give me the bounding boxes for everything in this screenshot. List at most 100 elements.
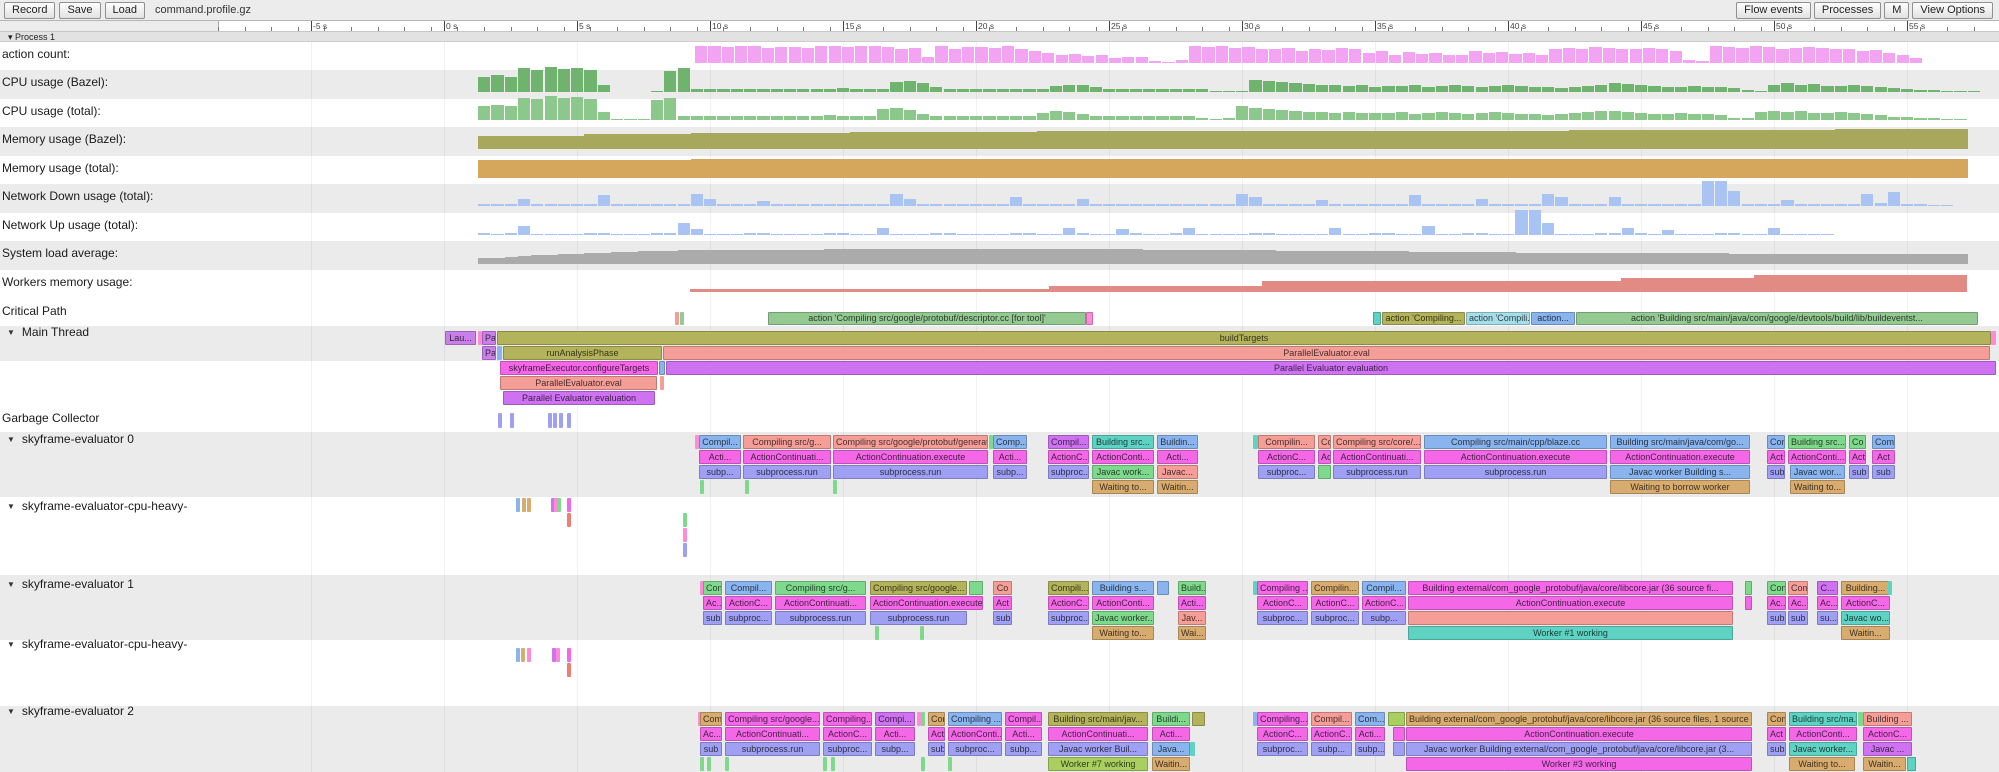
counter-bar-cpu-total[interactable] [717, 116, 729, 121]
skyframe-evaluator-0-event-block[interactable]: ActionContinuation.execute [1610, 450, 1750, 464]
skyframe-evaluator-1-event-block[interactable] [875, 626, 879, 640]
counter-bar-net-down[interactable] [717, 204, 729, 207]
counter-bar-sysload[interactable] [983, 249, 997, 264]
collapse-arrow-icon[interactable]: ▼ [7, 580, 15, 589]
counter-bar-net-down[interactable] [1555, 197, 1567, 206]
counter-bar-mem-bazel[interactable] [1476, 131, 1490, 149]
skyframe-evaluator-2-event-block[interactable] [921, 712, 925, 726]
counter-bar-mem-bazel[interactable] [717, 133, 731, 149]
main-thread-event-block[interactable]: Lau... [445, 331, 476, 345]
counter-bar-mem-bazel[interactable] [824, 133, 838, 149]
counter-bar-action-count[interactable] [1763, 47, 1775, 63]
counter-bar-net-down[interactable] [890, 194, 902, 207]
counter-bar-mem-total[interactable] [1130, 159, 1144, 178]
counter-bar-sysload[interactable] [1303, 251, 1317, 264]
counter-bar-net-up[interactable] [757, 233, 769, 235]
skyframe-evaluator-0-event-block[interactable]: subp... [699, 465, 741, 479]
counter-bar-mem-total[interactable] [1742, 159, 1756, 178]
counter-bar-mem-bazel[interactable] [1848, 129, 1862, 149]
counter-bar-net-down[interactable] [1595, 204, 1607, 207]
skyframe-evaluator-2-event-block[interactable] [823, 757, 827, 771]
counter-bar-net-down[interactable] [1515, 204, 1527, 207]
counter-bar-mem-bazel[interactable] [558, 136, 572, 150]
skyframe-evaluator-2-event-block[interactable]: Acti... [1355, 727, 1385, 741]
skyframe-evaluator-2-event-block[interactable]: subproc... [1257, 742, 1308, 756]
counter-bar-action-count[interactable] [1830, 49, 1842, 63]
counter-bar-net-up[interactable] [1595, 233, 1607, 235]
counter-bar-net-down[interactable] [1875, 203, 1887, 206]
counter-bar-cpu-total[interactable] [1515, 114, 1527, 120]
counter-bar-sysload[interactable] [771, 250, 785, 264]
collapse-arrow-icon[interactable]: ▼ [7, 328, 15, 337]
counter-bar-mem-bazel[interactable] [1303, 131, 1317, 149]
counter-bar-workers-memory[interactable] [1648, 278, 1662, 292]
counter-bar-mem-total[interactable] [1462, 159, 1476, 178]
counter-bar-sysload[interactable] [1196, 250, 1210, 264]
skyframe-evaluator-2-event-block[interactable]: sub [700, 742, 722, 756]
counter-bar-action-count[interactable] [1336, 48, 1348, 63]
counter-bar-mem-bazel[interactable] [1223, 131, 1237, 149]
counter-bar-sysload[interactable] [1888, 254, 1902, 264]
counter-bar-net-down[interactable] [1835, 204, 1847, 206]
counter-bar-sysload[interactable] [1542, 253, 1556, 265]
counter-bar-cpu-bazel[interactable] [970, 89, 982, 93]
counter-bar-cpu-bazel[interactable] [1968, 91, 1980, 92]
counter-bar-mem-total[interactable] [611, 160, 625, 178]
skyframe-evaluator-2-event-block[interactable]: subp... [1005, 742, 1042, 756]
counter-bar-net-down[interactable] [1715, 181, 1727, 206]
counter-bar-net-up[interactable] [1569, 234, 1581, 236]
counter-bar-mem-bazel[interactable] [1156, 131, 1170, 149]
skyframe-evaluator-0-event-block[interactable]: Building src... [1788, 435, 1846, 449]
skyframe-evaluator-0-event-block[interactable]: Acti... [1157, 450, 1198, 464]
counter-bar-workers-memory[interactable] [903, 289, 917, 292]
skyframe-evaluator-1-event-block[interactable]: Ac... [1817, 596, 1838, 610]
counter-bar-workers-memory[interactable] [1076, 286, 1090, 292]
skyframe-evaluator-2-event-block[interactable]: sub [1767, 742, 1786, 756]
counter-bar-cpu-bazel[interactable] [1635, 85, 1647, 93]
counter-bar-cpu-total[interactable] [771, 116, 783, 120]
counter-bar-net-down[interactable] [983, 204, 995, 206]
counter-bar-workers-memory[interactable] [1235, 286, 1249, 292]
counter-bar-mem-total[interactable] [1941, 159, 1955, 179]
counter-bar-mem-total[interactable] [531, 160, 545, 178]
counter-bar-net-up[interactable] [1742, 234, 1754, 236]
counter-bar-mem-total[interactable] [784, 159, 798, 178]
counter-bar-action-count[interactable] [1349, 49, 1361, 63]
skyframe-evaluator-1-event-block[interactable]: Worker #1 working [1408, 626, 1733, 640]
counter-bar-sysload[interactable] [957, 249, 971, 264]
counter-bar-action-count[interactable] [1322, 50, 1334, 63]
counter-bar-workers-memory[interactable] [743, 289, 757, 292]
counter-bar-sysload[interactable] [784, 250, 798, 264]
counter-bar-cpu-total[interactable] [1848, 113, 1860, 121]
counter-bar-net-down[interactable] [1648, 204, 1660, 206]
counter-bar-mem-total[interactable] [1449, 159, 1463, 178]
counter-bar-cpu-bazel[interactable] [877, 89, 889, 92]
skyframe-evaluator-0-event-block[interactable]: Acti... [699, 450, 741, 464]
skyframe-evaluator-0-event-block[interactable]: ActionC... [1048, 450, 1089, 464]
counter-bar-net-down[interactable] [1236, 194, 1248, 207]
counter-bar-net-up[interactable] [531, 234, 543, 236]
counter-bar-net-up[interactable] [1515, 210, 1527, 235]
counter-bar-net-down[interactable] [1077, 199, 1089, 207]
process-header[interactable]: ▾ Process 1 [0, 31, 1999, 42]
skyframe-evaluator-0-event-block[interactable]: ActionC... [1258, 450, 1315, 464]
counter-bar-workers-memory[interactable] [1355, 281, 1369, 292]
counter-bar-mem-total[interactable] [505, 160, 519, 178]
counter-bar-net-up[interactable] [624, 234, 636, 236]
counter-bar-net-down[interactable] [1263, 204, 1275, 206]
counter-bar-net-up[interactable] [970, 234, 982, 236]
counter-bar-cpu-total[interactable] [571, 97, 583, 120]
counter-bar-action-count[interactable] [1710, 46, 1722, 63]
counter-bar-mem-bazel[interactable] [997, 132, 1011, 149]
counter-bar-cpu-bazel[interactable] [1848, 85, 1860, 93]
counter-bar-cpu-bazel[interactable] [1449, 85, 1461, 93]
counter-bar-cpu-bazel[interactable] [1941, 91, 1953, 93]
skyframe-evaluator-2-event-block[interactable] [725, 757, 729, 771]
skyframe-evaluator-0-event-block[interactable]: Compil... [1048, 435, 1089, 449]
counter-bar-net-down[interactable] [1103, 204, 1115, 206]
skyframe-evaluator-1-event-block[interactable]: subprocess.run [775, 611, 866, 625]
counter-bar-mem-total[interactable] [717, 159, 731, 178]
counter-bar-cpu-bazel[interactable] [1861, 86, 1873, 93]
skyframe-evaluator-2-event-block[interactable]: Javac worker... [1789, 742, 1857, 756]
counter-bar-cpu-bazel[interactable] [1768, 85, 1780, 93]
